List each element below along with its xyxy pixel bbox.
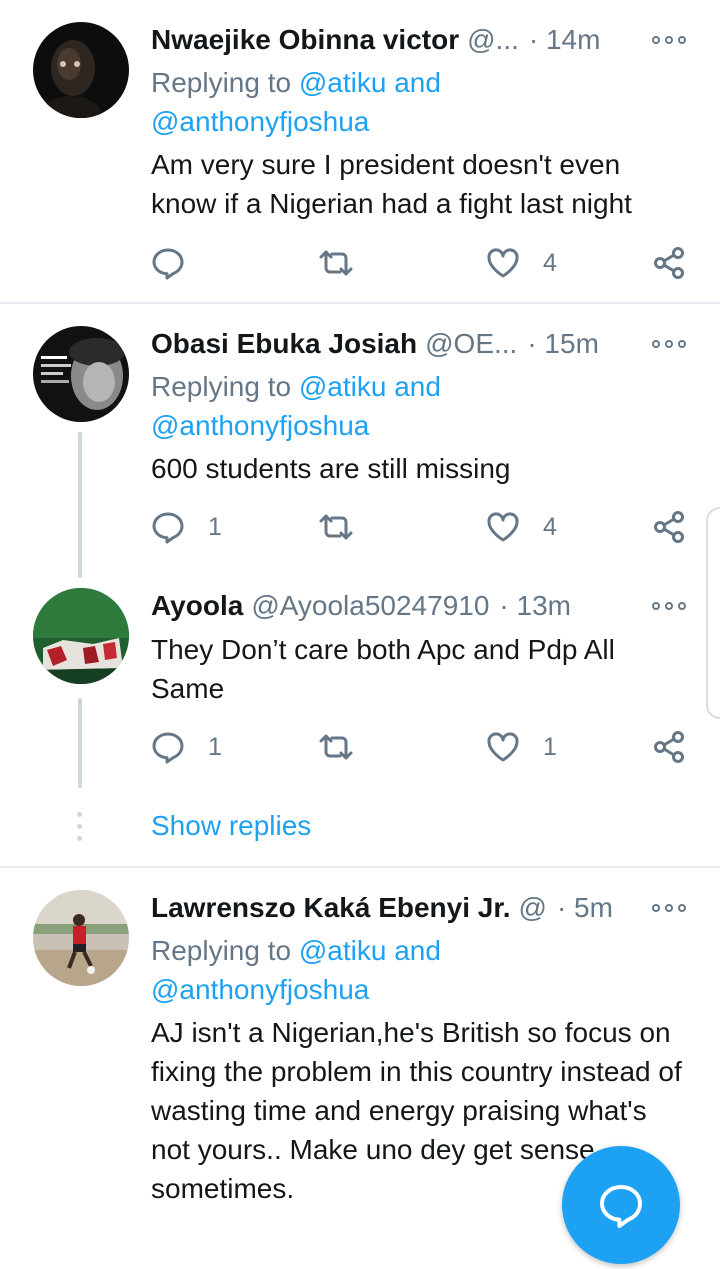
avatar[interactable]: [33, 588, 129, 684]
and-link[interactable]: and: [394, 67, 441, 98]
user-handle[interactable]: @Ayoola50247910: [251, 590, 489, 622]
thread-line: [78, 432, 82, 578]
reply-button[interactable]: 1: [150, 727, 222, 767]
tweet-text: They Don’t care both Apc and Pdp All Sam…: [151, 634, 615, 704]
reply-count: 1: [208, 512, 222, 541]
mention-link[interactable]: @anthonyfjoshua: [151, 974, 369, 1005]
display-name[interactable]: Ayoola: [151, 590, 243, 622]
retweet-button[interactable]: [316, 243, 378, 283]
retweet-button[interactable]: [316, 727, 378, 767]
side-panel-handle[interactable]: [706, 507, 720, 719]
reply-button[interactable]: 1: [150, 507, 222, 547]
like-count: 4: [543, 248, 557, 277]
replying-to: Replying to @atiku and @anthonyfjoshua: [151, 931, 680, 1009]
tweet-text: Am very sure I president doesn't even kn…: [151, 149, 632, 219]
tweet[interactable]: Ayoola @Ayoola50247910 · 13m They Don’t …: [0, 584, 720, 794]
avatar[interactable]: [33, 890, 129, 986]
like-button[interactable]: 4: [485, 507, 557, 547]
tweet-header: Obasi Ebuka Josiah @OE... · 15m: [151, 324, 628, 364]
reply-icon: [152, 732, 184, 764]
share-button[interactable]: [651, 243, 687, 283]
like-button[interactable]: 1: [485, 727, 557, 767]
replying-to-label: Replying to: [151, 371, 292, 402]
share-icon: [654, 511, 684, 543]
timestamp[interactable]: · 5m: [557, 892, 613, 924]
reply-count: 1: [208, 732, 222, 761]
and-link[interactable]: and: [394, 371, 441, 402]
share-button[interactable]: [651, 727, 687, 767]
like-button[interactable]: 4: [485, 243, 557, 283]
timestamp[interactable]: · 13m: [499, 590, 571, 622]
share-button[interactable]: [651, 507, 687, 547]
mention-link[interactable]: @atiku: [299, 935, 387, 966]
share-icon: [654, 247, 684, 279]
tweet-actions: 1 1: [0, 727, 720, 767]
like-count: 4: [543, 512, 557, 541]
like-icon: [487, 732, 519, 762]
thread-more-dots: [77, 812, 83, 848]
like-icon: [487, 512, 519, 542]
mention-link[interactable]: @atiku: [299, 67, 387, 98]
more-icon[interactable]: [652, 599, 686, 613]
compose-reply-icon: [600, 1185, 642, 1228]
tweet-header: Lawrenszo Kaká Ebenyi Jr. @ · 5m: [151, 888, 628, 928]
tweet-actions: 4: [0, 243, 720, 283]
display-name[interactable]: Lawrenszo Kaká Ebenyi Jr.: [151, 892, 511, 924]
avatar[interactable]: [33, 22, 129, 118]
mention-link[interactable]: @atiku: [299, 371, 387, 402]
tweet-actions: 1 4: [0, 507, 720, 547]
more-icon[interactable]: [652, 901, 686, 915]
display-name[interactable]: Nwaejike Obinna victor: [151, 24, 459, 56]
replying-to: Replying to @atiku and @anthonyfjoshua: [151, 367, 680, 445]
timestamp[interactable]: · 15m: [527, 328, 599, 360]
replying-to-label: Replying to: [151, 67, 292, 98]
tweet-header: Nwaejike Obinna victor @... · 14m: [151, 20, 628, 60]
tweet[interactable]: Nwaejike Obinna victor @... · 14m Replyi…: [0, 0, 720, 302]
replying-to: Replying to @atiku and @anthonyfjoshua: [151, 63, 680, 141]
tweet-text: 600 students are still missing: [151, 453, 511, 484]
mention-link[interactable]: @anthonyfjoshua: [151, 106, 369, 137]
display-name[interactable]: Obasi Ebuka Josiah: [151, 328, 417, 360]
more-icon[interactable]: [652, 337, 686, 351]
share-icon: [654, 731, 684, 763]
like-icon: [487, 248, 519, 278]
retweet-icon: [319, 734, 353, 760]
more-icon[interactable]: [652, 33, 686, 47]
reply-button[interactable]: [150, 243, 208, 283]
tweet[interactable]: Obasi Ebuka Josiah @OE... · 15m Replying…: [0, 304, 720, 584]
and-link[interactable]: and: [394, 935, 441, 966]
retweet-icon: [319, 250, 353, 276]
tweet-header: Ayoola @Ayoola50247910 · 13m: [151, 586, 628, 626]
reply-icon: [152, 248, 184, 280]
avatar[interactable]: [33, 326, 129, 422]
mention-link[interactable]: @anthonyfjoshua: [151, 410, 369, 441]
retweet-button[interactable]: [316, 507, 378, 547]
user-handle[interactable]: @...: [467, 24, 519, 56]
compose-reply-button[interactable]: [562, 1146, 680, 1264]
user-handle[interactable]: @OE...: [425, 328, 517, 360]
like-count: 1: [543, 732, 557, 761]
replying-to-label: Replying to: [151, 935, 292, 966]
show-replies-link[interactable]: Show replies: [151, 810, 311, 842]
reply-icon: [152, 512, 184, 544]
timestamp[interactable]: · 14m: [529, 24, 601, 56]
retweet-icon: [319, 514, 353, 540]
user-handle[interactable]: @: [519, 892, 547, 924]
